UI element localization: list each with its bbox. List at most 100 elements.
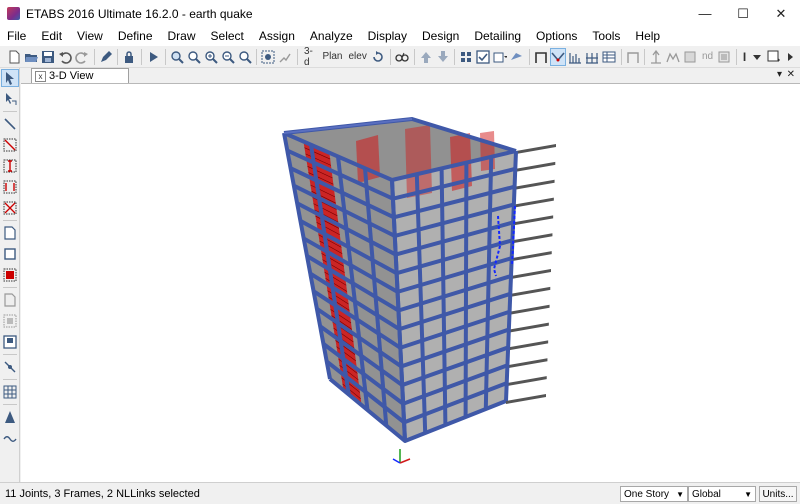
menu-tools[interactable]: Tools <box>585 27 628 46</box>
open-icon[interactable] <box>23 48 39 66</box>
menu-draw[interactable]: Draw <box>161 27 204 46</box>
nd-button[interactable]: nd <box>699 48 716 66</box>
cantilever-slab <box>508 322 549 333</box>
concrete-design-icon[interactable] <box>665 48 681 66</box>
draw-wall-icon[interactable] <box>1 291 19 309</box>
run-analysis-icon[interactable] <box>145 48 161 66</box>
show-undeformed-icon[interactable] <box>475 48 491 66</box>
left-toolbar-separator <box>3 354 17 355</box>
save-icon[interactable] <box>40 48 56 66</box>
story-selector[interactable]: One Story ▼ <box>620 486 688 502</box>
menu-view[interactable]: View <box>70 27 111 46</box>
cantilever-slab <box>512 233 553 244</box>
draw-section-cut-icon[interactable] <box>1 408 19 426</box>
menu-select[interactable]: Select <box>204 27 252 46</box>
cantilever-slab <box>510 286 551 297</box>
zoom-previous-icon[interactable] <box>186 48 202 66</box>
model-3d-viewport[interactable] <box>21 83 800 482</box>
elevation-view-button[interactable]: elev <box>345 48 369 66</box>
frame-diagram-icon[interactable] <box>533 48 549 66</box>
composite-design-icon[interactable] <box>682 48 698 66</box>
column <box>463 162 469 418</box>
shear-wall-design-icon[interactable] <box>716 48 732 66</box>
draw-rectangular-floor-icon[interactable] <box>1 245 19 263</box>
wall-forces-icon[interactable] <box>584 48 600 66</box>
steel-design-icon[interactable] <box>648 48 664 66</box>
menu-edit[interactable]: Edit <box>34 27 70 46</box>
pointer-select-icon[interactable] <box>1 69 19 87</box>
menu-options[interactable]: Options <box>529 27 585 46</box>
new-model-icon[interactable] <box>6 48 22 66</box>
text-tool-dropdown-icon[interactable] <box>749 48 765 66</box>
draw-opening-icon[interactable] <box>1 333 19 351</box>
set-display-options-icon[interactable] <box>260 48 276 66</box>
maximize-button[interactable]: ☐ <box>724 0 762 27</box>
main-toolbar: 3-d Plan elev nd I <box>0 46 800 68</box>
zoom-out-icon[interactable] <box>220 48 236 66</box>
menu-detailing[interactable]: Detailing <box>467 27 529 46</box>
left-toolbar-separator <box>3 404 17 405</box>
window-controls: — ☐ ✕ <box>686 0 800 27</box>
draw-grid-icon[interactable] <box>1 383 19 401</box>
move-down-story-icon[interactable] <box>434 48 450 66</box>
menu-file[interactable]: File <box>0 27 34 46</box>
selection-dropdown-icon[interactable] <box>766 48 782 66</box>
zoom-in-icon[interactable] <box>203 48 219 66</box>
reshape-icon[interactable] <box>1 90 19 108</box>
move-up-story-icon[interactable] <box>417 48 433 66</box>
rubber-band-icon[interactable] <box>277 48 293 66</box>
close-view-icon[interactable]: ✕ <box>787 69 795 80</box>
cantilever-slab <box>513 197 554 208</box>
tab-3d-view[interactable]: x 3-D View <box>31 68 129 83</box>
window-list-dropdown-icon[interactable]: ▾ <box>777 69 782 80</box>
show-loads-dropdown-icon[interactable] <box>492 48 508 66</box>
display-table-icon[interactable] <box>601 48 617 66</box>
minimize-button[interactable]: — <box>686 0 724 27</box>
draw-frame-icon[interactable] <box>1 115 19 133</box>
pencil-icon[interactable] <box>97 48 113 66</box>
shell-forces-icon[interactable] <box>567 48 583 66</box>
units-button[interactable]: Units... <box>759 486 797 502</box>
perspective-toggle-icon[interactable] <box>394 48 410 66</box>
design-frame-icon[interactable] <box>624 48 640 66</box>
left-toolbar <box>0 68 20 482</box>
rotate-view-icon[interactable] <box>370 48 386 66</box>
draw-floor-icon[interactable] <box>1 224 19 242</box>
cantilever-slab <box>507 358 548 369</box>
tab-close-icon[interactable]: x <box>35 70 46 82</box>
coordinate-system-value: Global <box>692 488 721 500</box>
draw-wall-stack-icon[interactable] <box>1 312 19 330</box>
undo-icon[interactable] <box>57 48 73 66</box>
menu-help[interactable]: Help <box>628 27 668 46</box>
pan-icon[interactable] <box>237 48 253 66</box>
draw-column-icon[interactable] <box>1 157 19 175</box>
toolbar-separator <box>620 48 622 65</box>
plan-view-button[interactable]: Plan <box>319 48 345 66</box>
member-force-diagram-icon[interactable] <box>549 47 567 66</box>
toolbar-separator <box>389 48 391 65</box>
draw-brace-icon[interactable] <box>1 136 19 154</box>
draw-link-icon[interactable] <box>1 358 19 376</box>
text-tool-button[interactable]: I <box>740 48 749 66</box>
draw-dimension-icon[interactable] <box>1 429 19 447</box>
redo-icon[interactable] <box>74 48 90 66</box>
menu-assign[interactable]: Assign <box>252 27 303 46</box>
menu-display[interactable]: Display <box>361 27 415 46</box>
zoom-window-icon[interactable] <box>169 48 185 66</box>
draw-x-brace-icon[interactable] <box>1 199 19 217</box>
toolbar-separator <box>256 48 258 65</box>
toolbar-separator <box>413 48 415 65</box>
view-3d-button[interactable]: 3-d <box>301 46 319 68</box>
draw-beam-icon[interactable] <box>1 178 19 196</box>
menu-define[interactable]: Define <box>111 27 161 46</box>
object-shrink-icon[interactable] <box>458 48 474 66</box>
coordinate-system-selector[interactable]: Global ▼ <box>688 486 756 502</box>
show-deformed-dropdown-icon[interactable] <box>509 48 525 66</box>
draw-area-quick-icon[interactable] <box>1 266 19 284</box>
more-tools-icon[interactable] <box>783 48 799 66</box>
building-3d-model[interactable] <box>21 84 800 482</box>
close-button[interactable]: ✕ <box>762 0 800 27</box>
lock-icon[interactable] <box>121 48 137 66</box>
menu-design[interactable]: Design <box>415 27 467 46</box>
menu-analyze[interactable]: Analyze <box>303 27 361 46</box>
